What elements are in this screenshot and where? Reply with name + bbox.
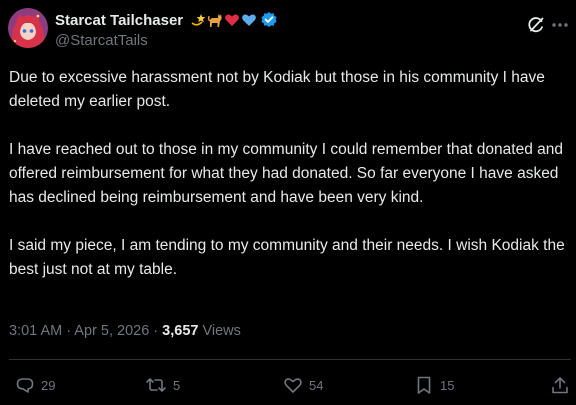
verified-badge-icon[interactable] <box>260 11 278 29</box>
avatar-image <box>8 8 48 48</box>
grok-icon <box>528 17 544 33</box>
more-icon <box>552 23 568 27</box>
like-count: 54 <box>309 377 324 393</box>
post-paragraph: I said my piece, I am tending to my comm… <box>9 237 565 278</box>
heart-icon <box>284 378 302 393</box>
post-timestamp[interactable]: 3:01 AM · Apr 5, 2026 · <box>9 323 162 339</box>
repost-count: 5 <box>173 377 181 393</box>
name-emojis <box>189 11 278 29</box>
avatar[interactable] <box>8 8 48 48</box>
post-text: Due to excessive harassment not by Kodia… <box>9 66 571 282</box>
repost-icon <box>146 378 166 392</box>
like-button[interactable]: 54 <box>283 375 323 395</box>
cat-icon <box>208 14 222 27</box>
views-label: Views <box>198 323 241 339</box>
share-button[interactable] <box>550 375 570 395</box>
reply-count: 29 <box>41 377 56 393</box>
divider <box>9 359 571 360</box>
bookmark-icon <box>417 376 431 394</box>
reply-icon <box>16 378 34 393</box>
repost-button[interactable]: 5 <box>145 375 180 395</box>
post-paragraph: Due to excessive harassment not by Kodia… <box>9 69 545 110</box>
author-handle[interactable]: @StarcatTails <box>55 32 148 49</box>
post-meta: 3:01 AM · Apr 5, 2026 · 3,657 Views <box>9 323 241 339</box>
dizzy-star-icon <box>191 14 206 26</box>
author-row: Starcat Tailchaser <box>55 11 278 29</box>
display-name[interactable]: Starcat Tailchaser <box>55 12 183 29</box>
views-count: 3,657 <box>162 323 199 339</box>
post-paragraph: I have reached out to those in my commun… <box>9 141 564 206</box>
red-heart-icon <box>225 14 240 26</box>
share-icon <box>552 377 568 394</box>
reply-button[interactable]: 29 <box>15 375 55 395</box>
more-options-button[interactable] <box>550 15 570 35</box>
bookmark-count: 15 <box>440 377 455 393</box>
grok-button[interactable] <box>526 15 546 35</box>
bookmark-button[interactable]: 15 <box>414 375 454 395</box>
post: Starcat Tailchaser @StarcatTails Due to … <box>0 0 576 405</box>
blue-heart-icon <box>242 14 257 26</box>
